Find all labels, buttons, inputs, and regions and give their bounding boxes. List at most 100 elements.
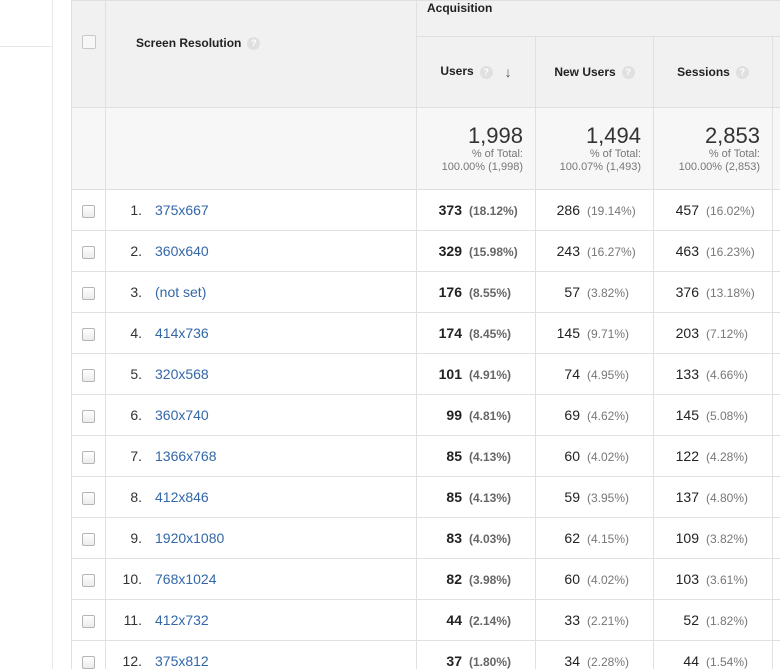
users-cell: 373 (18.12%) bbox=[416, 189, 536, 231]
dimension-link[interactable]: 414x736 bbox=[155, 325, 209, 341]
new-users-percent: (4.95%) bbox=[587, 368, 630, 382]
totals-new-users-value: 1,494 bbox=[585, 122, 641, 148]
row-checkbox[interactable] bbox=[82, 491, 95, 505]
users-cell: 83 (4.03%) bbox=[416, 517, 536, 559]
row-index: 5. bbox=[130, 366, 142, 382]
totals-sessions-value: 2,853 bbox=[704, 122, 760, 148]
dimension-link[interactable]: 360x640 bbox=[155, 243, 209, 259]
row-index: 8. bbox=[130, 489, 142, 505]
row-checkbox[interactable] bbox=[82, 450, 95, 464]
overflow-cell bbox=[771, 312, 780, 354]
dimension-link[interactable]: 360x740 bbox=[155, 407, 209, 423]
row-checkbox[interactable] bbox=[82, 573, 95, 587]
dimension-link[interactable]: 320x568 bbox=[155, 366, 209, 382]
row-checkbox-cell bbox=[71, 599, 106, 641]
totals-row: 1,998 % of Total: 100.00% (1,998) 1,494 … bbox=[71, 107, 780, 190]
help-icon[interactable]: ? bbox=[247, 37, 261, 51]
sort-descending-icon[interactable]: ↓ bbox=[505, 64, 512, 80]
help-icon[interactable]: ? bbox=[621, 66, 635, 80]
sessions-value: 109 bbox=[675, 530, 699, 546]
new-users-value: 59 bbox=[564, 489, 580, 505]
table-row[interactable]: 3. (not set) 176 (8.55%) 57 (3.82%) 376 (13.18%… bbox=[71, 271, 780, 313]
new-users-cell: 69 (4.62%) bbox=[535, 394, 654, 436]
totals-users: 1,998 % of Total: 100.00% (1,998) bbox=[416, 107, 536, 190]
overflow-cell bbox=[771, 353, 780, 395]
report-view: Screen Resolution? Acquisition Users? ↓ N… bbox=[0, 0, 780, 669]
users-cell: 44 (2.14%) bbox=[416, 599, 536, 641]
row-checkbox-cell bbox=[71, 517, 106, 559]
table-row[interactable]: 1. 375x667 373 (18.12%) 286 (19.14%) 457 (16.02… bbox=[71, 189, 780, 231]
help-icon[interactable]: ? bbox=[735, 66, 749, 80]
sessions-value: 463 bbox=[675, 243, 699, 259]
select-all-checkbox[interactable] bbox=[81, 34, 96, 49]
sessions-percent: (7.12%) bbox=[706, 327, 749, 341]
new-users-cell: 34 (2.28%) bbox=[535, 640, 654, 669]
sessions-percent: (3.82%) bbox=[706, 532, 749, 546]
sessions-cell: 133 (4.66%) bbox=[653, 353, 773, 395]
row-checkbox[interactable] bbox=[82, 409, 95, 423]
totals-sessions-detail: 100.00% (2,853) bbox=[678, 160, 760, 173]
table-row[interactable]: 9. 1920x1080 83 (4.03%) 62 (4.15%) 109 (3.82%) bbox=[71, 517, 780, 559]
help-icon[interactable]: ? bbox=[479, 65, 493, 79]
row-checkbox-cell bbox=[71, 312, 106, 354]
users-value: 99 bbox=[446, 407, 462, 423]
row-checkbox[interactable] bbox=[82, 327, 95, 341]
overflow-cell bbox=[771, 476, 780, 518]
sessions-value: 103 bbox=[675, 571, 699, 587]
table-row[interactable]: 4. 414x736 174 (8.45%) 145 (9.71%) 203 (7.12%) bbox=[71, 312, 780, 354]
table-row[interactable]: 2. 360x640 329 (15.98%) 243 (16.27%) 463 (16.23… bbox=[71, 230, 780, 272]
new-users-value: 33 bbox=[564, 612, 580, 628]
table-row[interactable]: 8. 412x846 85 (4.13%) 59 (3.95%) 137 (4.80%) bbox=[71, 476, 780, 518]
row-checkbox[interactable] bbox=[82, 204, 95, 218]
row-checkbox-cell bbox=[71, 558, 106, 600]
dimension-link[interactable]: 1366x768 bbox=[155, 448, 217, 464]
sessions-cell: 103 (3.61%) bbox=[653, 558, 773, 600]
dimension-link[interactable]: 768x1024 bbox=[155, 571, 217, 587]
users-percent: (2.14%) bbox=[469, 614, 512, 628]
row-checkbox-cell bbox=[71, 230, 106, 272]
sessions-cell: 44 (1.54%) bbox=[653, 640, 773, 669]
users-percent: (8.45%) bbox=[469, 327, 512, 341]
row-index: 11. bbox=[123, 612, 142, 628]
table-row[interactable]: 5. 320x568 101 (4.91%) 74 (4.95%) 133 (4.66%) bbox=[71, 353, 780, 395]
row-checkbox[interactable] bbox=[82, 655, 95, 669]
users-percent: (3.98%) bbox=[469, 573, 512, 587]
dimension-link[interactable]: (not set) bbox=[155, 284, 206, 300]
report-table-container[interactable]: Screen Resolution? Acquisition Users? ↓ N… bbox=[71, 0, 780, 669]
overflow-cell bbox=[771, 640, 780, 669]
sessions-percent: (16.02%) bbox=[706, 204, 755, 218]
new-users-value: 60 bbox=[564, 571, 580, 587]
column-header-new-users-label: New Users bbox=[554, 64, 616, 79]
overflow-cell bbox=[771, 599, 780, 641]
report-table: Screen Resolution? Acquisition Users? ↓ N… bbox=[71, 0, 780, 669]
dimension-cell: 12. 375x812 bbox=[105, 640, 417, 669]
table-row[interactable]: 10. 768x1024 82 (3.98%) 60 (4.02%) 103 (3.61%) bbox=[71, 558, 780, 600]
row-checkbox[interactable] bbox=[82, 368, 95, 382]
dimension-link[interactable]: 412x732 bbox=[155, 612, 209, 628]
row-checkbox[interactable] bbox=[82, 614, 95, 628]
column-header-users[interactable]: Users? ↓ bbox=[416, 36, 536, 108]
users-percent: (8.55%) bbox=[469, 286, 512, 300]
column-header-new-users[interactable]: New Users? bbox=[535, 36, 654, 108]
dimension-link[interactable]: 412x846 bbox=[155, 489, 209, 505]
table-row[interactable]: 11. 412x732 44 (2.14%) 33 (2.21%) 52 (1.82%) bbox=[71, 599, 780, 641]
row-checkbox[interactable] bbox=[82, 245, 95, 259]
new-users-value: 243 bbox=[556, 243, 580, 259]
dimension-link[interactable]: 375x667 bbox=[155, 202, 209, 218]
table-row[interactable]: 6. 360x740 99 (4.81%) 69 (4.62%) 145 (5.08%) bbox=[71, 394, 780, 436]
dimension-header[interactable]: Screen Resolution? bbox=[105, 0, 417, 108]
users-value: 82 bbox=[446, 571, 462, 587]
dimension-link[interactable]: 375x812 bbox=[155, 653, 209, 669]
row-index: 7. bbox=[130, 448, 142, 464]
row-checkbox[interactable] bbox=[82, 532, 95, 546]
users-value: 101 bbox=[438, 366, 462, 382]
column-header-sessions[interactable]: Sessions? bbox=[653, 36, 773, 108]
row-index: 6. bbox=[130, 407, 142, 423]
table-row[interactable]: 7. 1366x768 85 (4.13%) 60 (4.02%) 122 (4.28%) bbox=[71, 435, 780, 477]
new-users-cell: 145 (9.71%) bbox=[535, 312, 654, 354]
row-checkbox[interactable] bbox=[82, 286, 95, 300]
row-checkbox-cell bbox=[71, 353, 106, 395]
table-row[interactable]: 12. 375x812 37 (1.80%) 34 (2.28%) 44 (1.54%) bbox=[71, 640, 780, 669]
dimension-cell: 11. 412x732 bbox=[105, 599, 417, 641]
dimension-link[interactable]: 1920x1080 bbox=[155, 530, 224, 546]
